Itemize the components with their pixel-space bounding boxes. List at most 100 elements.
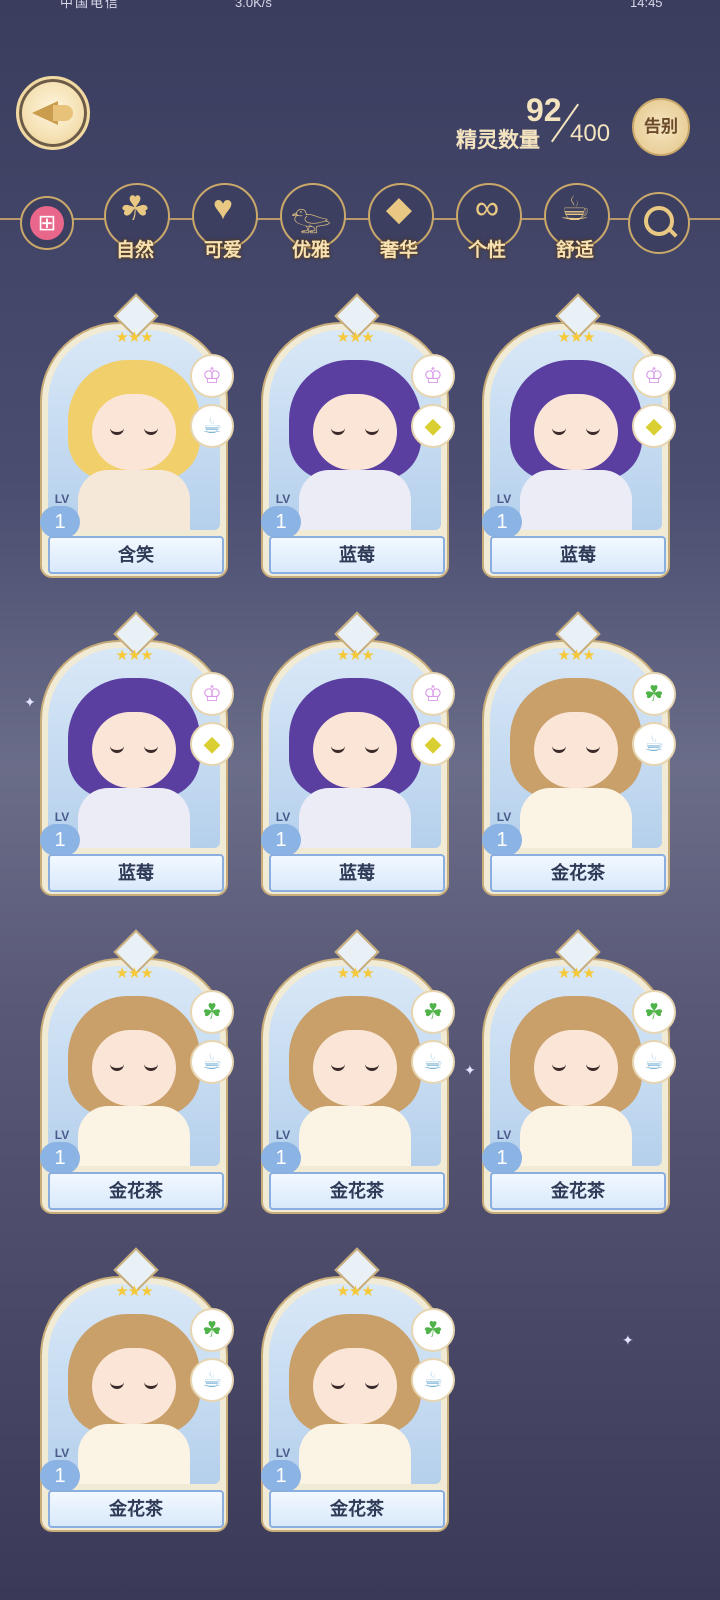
portrait-face: [92, 394, 176, 470]
teacup-icon: ☕: [190, 1040, 234, 1084]
portrait-face: [313, 394, 397, 470]
teacup-icon: ☕: [190, 404, 234, 448]
glasses-icon: ∞: [474, 189, 500, 227]
portrait-face: [313, 712, 397, 788]
spirit-name: 金花茶: [490, 1172, 666, 1210]
clover-icon: ☘: [119, 190, 151, 228]
filter-label: 舒适: [555, 240, 594, 261]
portrait-face: [313, 1030, 397, 1106]
farewell-button[interactable]: 告别: [632, 98, 690, 156]
filter-label: 个性: [467, 240, 506, 261]
level-label: LV: [54, 1128, 70, 1142]
clover-icon: ☘: [411, 990, 455, 1034]
portrait-body: [299, 1106, 411, 1166]
sparkle-icon: ✦: [622, 1332, 634, 1348]
level-label: LV: [54, 492, 70, 506]
spirit-name: 金花茶: [48, 1172, 224, 1210]
portrait-body: [299, 788, 411, 848]
level-label: LV: [496, 492, 512, 506]
carrier-text: 中国电信: [60, 0, 121, 10]
teacup-icon: ☕: [411, 1358, 455, 1402]
back-button[interactable]: [16, 76, 90, 150]
level-label: LV: [275, 1446, 291, 1460]
spirit-name: 金花茶: [490, 854, 666, 892]
teacup-icon: ☕: [632, 1040, 676, 1084]
level-value: 1: [482, 824, 522, 856]
spirit-card[interactable]: ★★★ ♔ ◆ LV 1 蓝莓: [261, 611, 455, 896]
spirit-count-label: 精灵数量: [456, 129, 540, 152]
spirit-name: 含笑: [48, 536, 224, 574]
swan-icon: ♔: [411, 672, 455, 716]
portrait-face: [534, 1030, 618, 1106]
diamond-icon: ◆: [411, 404, 455, 448]
portrait-body: [78, 788, 190, 848]
sparkle-icon: ✦: [464, 1062, 476, 1078]
rarity-stars: ★★★: [557, 647, 595, 664]
teacup-icon: ☕: [190, 1358, 234, 1402]
clover-icon: ☘: [632, 672, 676, 716]
sparkle-icon: ✦: [24, 694, 36, 710]
status-bar: 中国电信 3.0K/s 14:45: [0, 0, 720, 14]
spirit-card[interactable]: ★★★ ♔ ◆ LV 1 蓝莓: [261, 293, 455, 578]
spirit-card[interactable]: ★★★ ☘ ☕ LV 1 金花茶: [40, 929, 234, 1214]
level-label: LV: [275, 810, 291, 824]
clock: 14:45: [630, 0, 663, 10]
level-label: LV: [54, 810, 70, 824]
rarity-stars: ★★★: [336, 329, 374, 346]
filter-glasses[interactable]: ∞ 个性: [452, 183, 522, 261]
spirit-name: 金花茶: [269, 1172, 445, 1210]
diamond-icon: ◆: [632, 404, 676, 448]
filter-teacup[interactable]: ☕ 舒适: [540, 183, 610, 261]
spirit-count-total: 400: [570, 120, 611, 147]
spirit-card[interactable]: ★★★ ☘ ☕ LV 1 金花茶: [261, 1247, 455, 1532]
spirit-card[interactable]: ★★★ ☘ ☕ LV 1 金花茶: [482, 611, 676, 896]
level-value: 1: [40, 824, 80, 856]
level-label: LV: [496, 1128, 512, 1142]
level-value: 1: [482, 1142, 522, 1174]
clover-icon: ☘: [411, 1308, 455, 1352]
rarity-stars: ★★★: [115, 329, 153, 346]
spirit-name: 金花茶: [48, 1490, 224, 1528]
filter-label: 优雅: [291, 240, 330, 261]
spirit-name: 金花茶: [269, 1490, 445, 1528]
filter-label: 可爱: [203, 240, 242, 261]
portrait-body: [78, 1424, 190, 1484]
teacup-icon: ☕: [632, 722, 676, 766]
filter-clover[interactable]: ☘ 自然: [100, 183, 170, 261]
level-label: LV: [496, 810, 512, 824]
portrait-body: [520, 1106, 632, 1166]
rarity-stars: ★★★: [115, 1283, 153, 1300]
spirit-card[interactable]: ★★★ ♔ ◆ LV 1 蓝莓: [40, 611, 234, 896]
swan-icon: ♔: [632, 354, 676, 398]
grid-icon: ⊞: [30, 206, 64, 240]
spirit-card[interactable]: ★★★ ♔ ☕ LV 1 含笑: [40, 293, 234, 578]
portrait-body: [78, 470, 190, 530]
search-button[interactable]: [628, 192, 690, 254]
filter-diamond[interactable]: ◆ 奢华: [364, 183, 434, 261]
level-value: 1: [482, 506, 522, 538]
clover-icon: ☘: [190, 990, 234, 1034]
clover-icon: ☘: [632, 990, 676, 1034]
teacup-icon: ☕: [411, 1040, 455, 1084]
spirit-name: 蓝莓: [490, 536, 666, 574]
spirit-card[interactable]: ★★★ ♔ ◆ LV 1 蓝莓: [482, 293, 676, 578]
portrait-body: [520, 470, 632, 530]
swan-icon: ♔: [411, 354, 455, 398]
spirit-card[interactable]: ★★★ ☘ ☕ LV 1 金花茶: [482, 929, 676, 1214]
level-value: 1: [40, 1460, 80, 1492]
spirit-card[interactable]: ★★★ ☘ ☕ LV 1 金花茶: [40, 1247, 234, 1532]
spirit-name: 蓝莓: [269, 854, 445, 892]
portrait-face: [313, 1348, 397, 1424]
filter-swan[interactable]: 𓅰 优雅: [276, 183, 346, 261]
level-value: 1: [261, 824, 301, 856]
rarity-stars: ★★★: [336, 965, 374, 982]
rarity-stars: ★★★: [557, 965, 595, 982]
filter-label: 奢华: [379, 240, 418, 261]
filter-all-button[interactable]: ⊞: [20, 196, 74, 250]
portrait-body: [520, 788, 632, 848]
filter-heart[interactable]: ♥ 可爱: [188, 183, 258, 261]
spirit-card[interactable]: ★★★ ☘ ☕ LV 1 金花茶: [261, 929, 455, 1214]
level-value: 1: [261, 1142, 301, 1174]
rarity-stars: ★★★: [336, 1283, 374, 1300]
teacup-icon: ☕: [559, 190, 591, 228]
